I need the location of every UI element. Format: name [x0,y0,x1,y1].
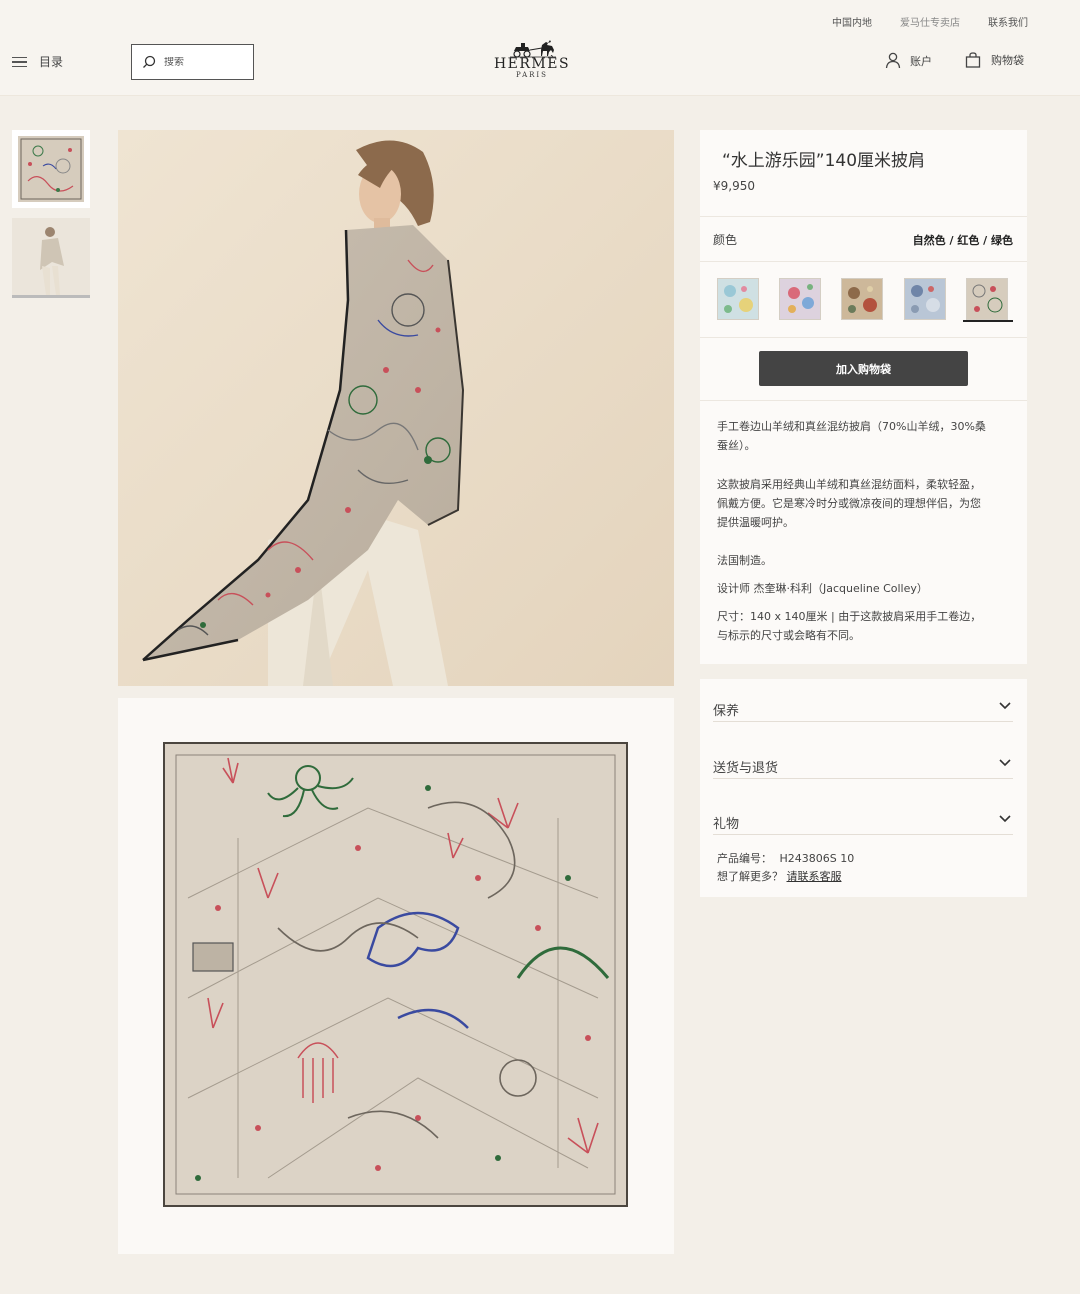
product-model-photo [118,130,674,686]
color-swatch-2[interactable] [779,278,821,320]
accordion-label: 礼物 [713,817,740,832]
selected-swatch-indicator [963,320,1013,322]
main-header: 目录 HERMÈS PARIS 账户 [0,38,1080,96]
product-title: “水上游乐园”140厘米披肩 [722,151,926,171]
utility-bar: 中国内地 爱马仕专卖店 联系我们 [0,0,1080,38]
color-swatch-4[interactable] [904,278,946,320]
color-label: 颜色 [713,233,738,247]
accordion-care[interactable]: 保养 [713,694,1013,722]
chevron-down-icon [999,759,1011,767]
accordion-label: 保养 [713,704,740,719]
product-price: ¥9,950 [713,179,755,193]
designer-text: 设计师 杰奎琳·科利（Jacqueline Colley） [717,582,928,595]
made-in-text: 法国制造。 [717,554,772,567]
product-scarf-flat-image [118,698,674,1254]
chevron-down-icon [999,815,1011,823]
scarf-image [163,742,628,1207]
size-text: 与标示的尺寸或会略有不同。 [717,629,860,642]
bag-icon [965,52,981,68]
search-input[interactable] [164,56,244,68]
description-line: 蚕丝）。 [717,439,756,452]
user-icon [885,52,901,69]
product-info-panel: “水上游乐园”140厘米披肩 ¥9,950 颜色 自然色 / 红色 / 绿色 加… [700,130,1027,664]
bag-label: 购物袋 [991,54,1024,67]
model-thumbnail-image [12,218,90,295]
reference-value: H243806S 10 [779,852,855,865]
divider [700,216,1027,217]
contact-service-link[interactable]: 请联系客服 [787,870,842,883]
color-swatch-3[interactable] [841,278,883,320]
account-button[interactable]: 账户 [885,52,932,69]
shopping-bag-button[interactable]: 购物袋 [965,52,1024,68]
swatch-pattern-4 [905,279,945,319]
description-line: 提供温暖呵护。 [717,516,794,529]
accordion-gift[interactable]: 礼物 [713,807,1013,835]
reference-label: 产品编号： [717,852,772,865]
menu-button[interactable]: 目录 [12,53,63,70]
add-to-bag-button[interactable]: 加入购物袋 [759,351,968,386]
divider [700,337,1027,338]
hermes-logo[interactable]: HERMÈS PARIS [493,38,571,79]
thumbnail-scarf-flat[interactable] [12,130,90,208]
size-text: 尺寸：140 x 140厘米 | 由于这款披肩采用手工卷边， [717,610,982,623]
description-line: 佩戴方便。它是寒冷时分或微凉夜间的理想伴侣，为您 [717,497,981,510]
scarf-thumbnail-image [18,136,84,202]
color-value: 自然色 / 红色 / 绿色 [912,234,1013,247]
hamburger-icon [12,56,27,68]
color-swatch-1[interactable] [717,278,759,320]
search-icon [143,55,156,68]
contact-link[interactable]: 联系我们 [988,14,1028,29]
more-info-label: 想了解更多？ [717,870,783,883]
product-details-accordion: 保养 送货与退货 礼物 产品编号： H243806S 10 想了解更多？ 请联系… [700,679,1027,897]
product-reference: 产品编号： H243806S 10 [717,850,854,866]
swatch-pattern-2 [780,279,820,319]
divider [700,400,1027,401]
chevron-down-icon [999,702,1011,710]
logo-wordmark: HERMÈS [493,56,571,72]
account-label: 账户 [910,54,932,68]
swatch-pattern-1 [718,279,758,319]
store-locator-link[interactable]: 爱马仕专卖店 [900,14,960,29]
logo-subtitle: PARIS [516,71,548,79]
model-image [118,130,674,686]
swatch-pattern-3 [842,279,882,319]
thumbnail-model-photo[interactable] [12,218,90,298]
divider [700,261,1027,262]
menu-label: 目录 [39,55,64,69]
description-line: 这款披肩采用经典山羊绒和真丝混纺面料，柔软轻盈， [717,478,981,491]
swatch-pattern-5 [967,279,1007,319]
accordion-shipping[interactable]: 送货与退货 [713,751,1013,779]
contact-help: 想了解更多？ 请联系客服 [717,868,842,884]
description-line: 手工卷边山羊绒和真丝混纺披肩（70%山羊绒，30%桑 [717,420,986,433]
color-swatch-5-selected[interactable] [966,278,1008,320]
region-link[interactable]: 中国内地 [832,14,872,29]
accordion-label: 送货与退货 [713,761,779,776]
search-box[interactable] [131,44,254,80]
